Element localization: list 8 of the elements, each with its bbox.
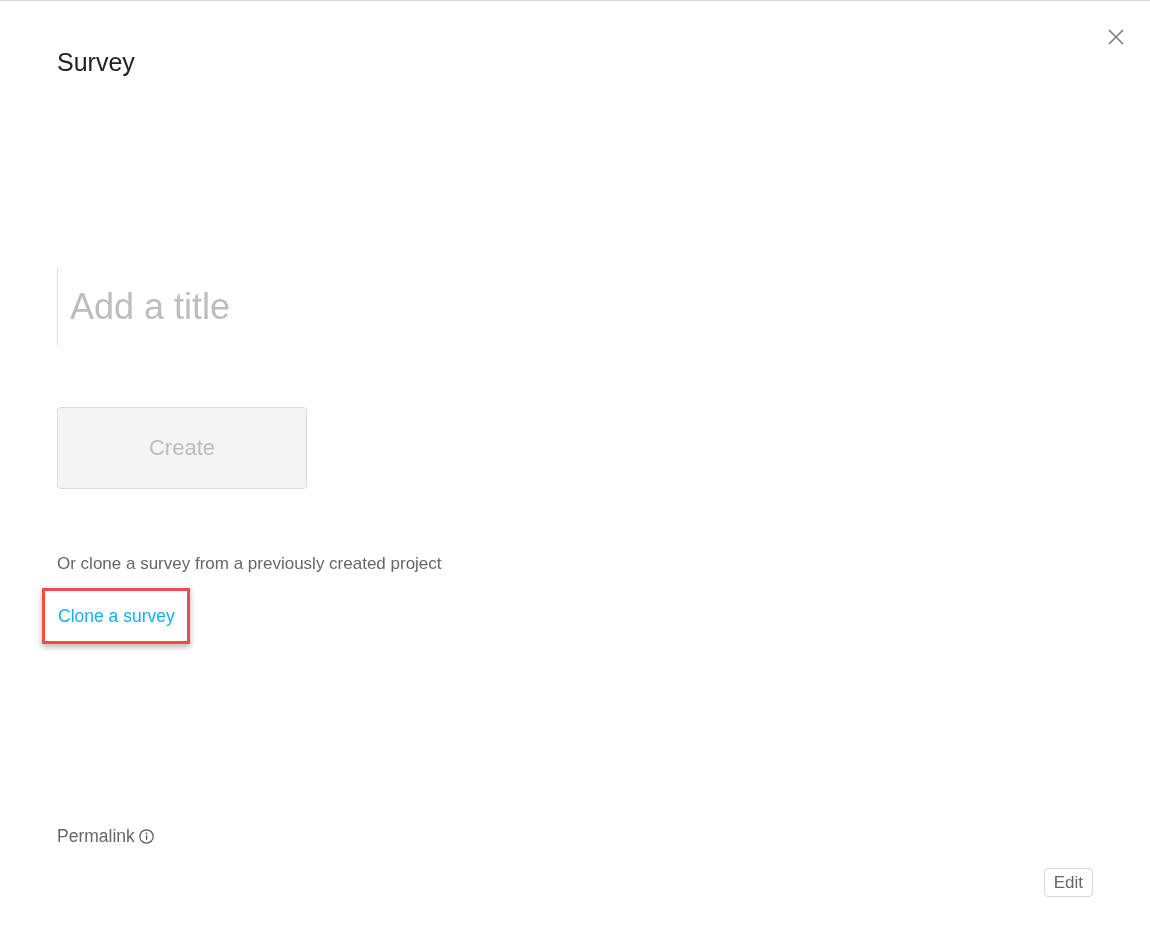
edit-button[interactable]: Edit	[1043, 868, 1093, 897]
clone-prompt-text: Or clone a survey from a previously created project	[57, 553, 442, 575]
info-icon[interactable]	[138, 828, 154, 844]
close-icon[interactable]	[1108, 29, 1124, 45]
permalink-label: Permalink	[57, 825, 135, 848]
title-input-field[interactable]: Add a title	[57, 268, 697, 346]
dialog-title: Survey	[57, 47, 135, 77]
clone-survey-link[interactable]: Clone a survey	[58, 604, 175, 628]
